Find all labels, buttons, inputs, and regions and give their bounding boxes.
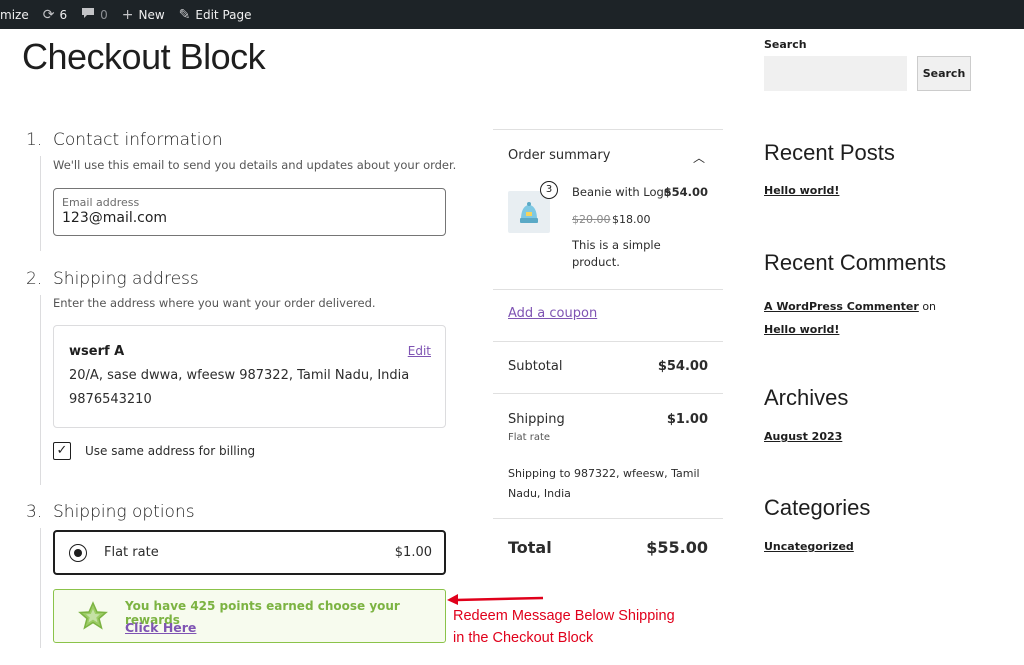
step-connector [40,156,41,251]
annotation-line-1: Redeem Message Below Shipping [453,608,675,624]
add-coupon-link[interactable]: Add a coupon [508,306,597,321]
shipping-method: Flat rate [508,432,551,443]
new-label: New [138,7,165,22]
email-label: Email address [62,196,140,209]
annotation-text: Redeem Message Below Shipping in the Che… [453,605,713,649]
billing-checkbox-label[interactable]: Use same address for billing [85,444,255,458]
step-connector [40,528,41,648]
search-label: Search [764,38,807,51]
step-number-contact: 1. [26,130,43,150]
address-line: 20/A, sase dwwa, wfeesw 987322, Tamil Na… [69,368,410,383]
shipping-label: Shipping [508,412,565,427]
star-icon [78,601,108,630]
total-value: $55.00 [646,538,708,557]
annotation-arrow-icon [447,594,544,605]
order-summary: Order summary ︿ 3 Beanie with Logo $54.0… [493,129,723,579]
archives-title: Archives [764,385,849,410]
divider [493,129,723,130]
contact-title: Contact information [53,130,223,150]
recent-comment: A WordPress Commenter on Hello world! [764,295,964,341]
annotation-line-2: in the Checkout Block [453,630,594,646]
search-input[interactable] [764,56,907,91]
rate-name: Flat rate [104,545,159,560]
search-button[interactable]: Search [917,56,971,91]
step-number-shipping-options: 3. [26,502,43,522]
email-field[interactable]: Email address 123@mail.com [53,188,446,236]
subtotal-value: $54.00 [657,359,708,374]
updates-icon: ⟳ [42,6,55,23]
address-phone: 9876543210 [69,392,152,407]
step-number-shipping-address: 2. [26,269,43,289]
product-description: This is a simple product. [572,238,661,269]
step-connector [40,295,41,485]
pencil-icon: ✎ [178,6,191,23]
shipping-address-title: Shipping address [53,269,199,289]
divider [493,341,723,342]
address-card: wserf A Edit 20/A, sase dwwa, wfeesw 987… [53,325,446,428]
plus-icon: + [121,6,134,23]
chevron-up-icon[interactable]: ︿ [693,149,705,166]
edit-page-label: Edit Page [195,7,252,22]
divider [493,289,723,290]
quantity-badge: 3 [540,181,558,199]
comment-icon [81,7,95,23]
edit-page-link[interactable]: ✎ Edit Page [179,0,252,29]
admin-bar: mize ⟳ 6 0 + New ✎ Edit Page [0,0,1024,29]
shipping-rate-option[interactable]: Flat rate $1.00 [53,530,446,575]
shipping-address-description: Enter the address where you want your or… [53,296,376,310]
comment-author-link[interactable]: A WordPress Commenter [764,300,919,313]
updates-count: 6 [59,7,68,22]
product-total: $54.00 [663,185,708,199]
billing-checkbox[interactable]: ✓ [53,442,71,460]
regular-price: $20.00 [572,213,611,226]
reward-message-box: You have 425 points earned choose your r… [53,589,446,643]
total-label: Total [508,538,552,557]
recent-post-link[interactable]: Hello world! [764,184,839,197]
comment-on-text: on [922,300,937,313]
new-content-link[interactable]: + New [122,0,165,29]
rate-price: $1.00 [394,545,432,560]
archive-link[interactable]: August 2023 [764,430,842,443]
recent-posts-title: Recent Posts [764,140,895,165]
contact-description: We'll use this email to send you details… [53,158,457,172]
order-summary-heading[interactable]: Order summary [508,148,610,163]
reward-click-here-link[interactable]: Click Here [125,620,196,635]
shipping-value: $1.00 [666,412,708,427]
shipping-destination: Shipping to 987322, wfeesw, Tamil Nadu, … [508,467,700,500]
recent-comments-title: Recent Comments [764,250,947,275]
sale-price: $18.00 [612,213,651,226]
category-link[interactable]: Uncategorized [764,540,854,553]
updates-link[interactable]: ⟳ 6 [43,0,67,29]
subtotal-label: Subtotal [508,359,563,374]
comments-count: 0 [100,7,108,22]
address-name: wserf A [69,344,125,359]
rate-radio[interactable] [69,544,87,562]
customize-link[interactable]: mize [0,0,29,29]
categories-title: Categories [764,495,871,520]
edit-address-link[interactable]: Edit [408,344,431,358]
customize-label: mize [0,7,29,22]
divider [493,393,723,394]
divider [493,518,723,519]
page-title: Checkout Block [22,36,266,77]
email-value[interactable]: 123@mail.com [62,210,437,226]
comments-link[interactable]: 0 [81,0,108,29]
shipping-options-title: Shipping options [53,502,195,522]
product-name: Beanie with Logo [572,185,671,199]
comment-post-link[interactable]: Hello world! [764,323,839,336]
